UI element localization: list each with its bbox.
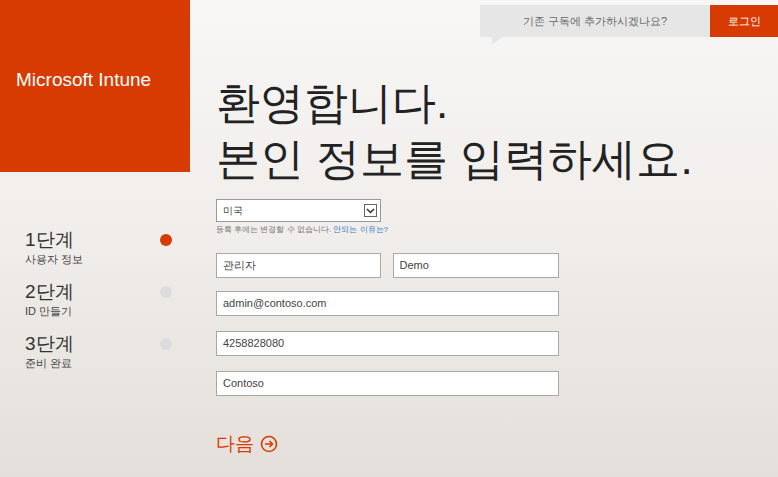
brand-title: Microsoft Intune: [16, 69, 151, 90]
step-item: 2단계ID 만들기: [0, 280, 190, 318]
name-row: 관리자 Demo: [216, 253, 559, 278]
step-subtitle: 사용자 정보: [25, 252, 83, 266]
chevron-down-icon: [364, 204, 377, 217]
sign-in-button[interactable]: 로그인: [710, 5, 778, 37]
phone-input[interactable]: 4258828080: [216, 331, 559, 356]
step-dot: [160, 234, 172, 246]
step-dot: [160, 338, 172, 350]
step-title: 3단계: [25, 332, 74, 356]
email-input[interactable]: admin@contoso.com: [216, 291, 559, 316]
step-dot: [160, 286, 172, 298]
sidebar: Microsoft Intune 1단계사용자 정보 2단계ID 만들기 3단계준비 …: [0, 0, 190, 477]
step-title: 2단계: [25, 280, 74, 304]
why-link[interactable]: 안되는 이유는?: [333, 225, 388, 234]
step-item: 1단계사용자 정보: [0, 228, 190, 266]
company-input[interactable]: Contoso: [216, 371, 559, 396]
step-subtitle: ID 만들기: [25, 304, 74, 318]
step-item: 3단계준비 완료: [0, 332, 190, 370]
bubble-tail: [492, 37, 502, 45]
step-list: 1단계사용자 정보 2단계ID 만들기 3단계준비 완료: [0, 172, 190, 370]
next-button[interactable]: 다음: [216, 430, 278, 459]
first-name-input[interactable]: 관리자: [216, 253, 381, 278]
field-list: admin@contoso.com 4258828080 Contoso: [216, 291, 778, 396]
last-name-input[interactable]: Demo: [393, 253, 560, 278]
arrow-circle-icon: [260, 435, 278, 453]
step-subtitle: 준비 완료: [25, 356, 74, 370]
signup-page: Microsoft Intune 1단계사용자 정보 2단계ID 만들기 3단계준비 …: [0, 0, 778, 477]
step-title: 1단계: [25, 228, 83, 252]
main: 기존 구독에 추가하시겠나요?로그인환영합니다.본인 정보를 입력하세요. 미국등…: [190, 0, 778, 477]
welcome-heading: 환영합니다.본인 정보를 입력하세요.: [190, 75, 778, 187]
country-note: 등록 후에는 변경할 수 없습니다. 안되는 이유는?: [216, 225, 778, 235]
country-select[interactable]: 미국: [216, 199, 381, 222]
brand-panel: Microsoft Intune: [0, 0, 190, 172]
existing-subscription-prompt[interactable]: 기존 구독에 추가하시겠나요?: [480, 5, 710, 37]
top-bar: 기존 구독에 추가하시겠나요?로그인: [190, 0, 778, 37]
signup-form: 미국등록 후에는 변경할 수 없습니다. 안되는 이유는? 관리자 Demo admi…: [190, 199, 778, 459]
